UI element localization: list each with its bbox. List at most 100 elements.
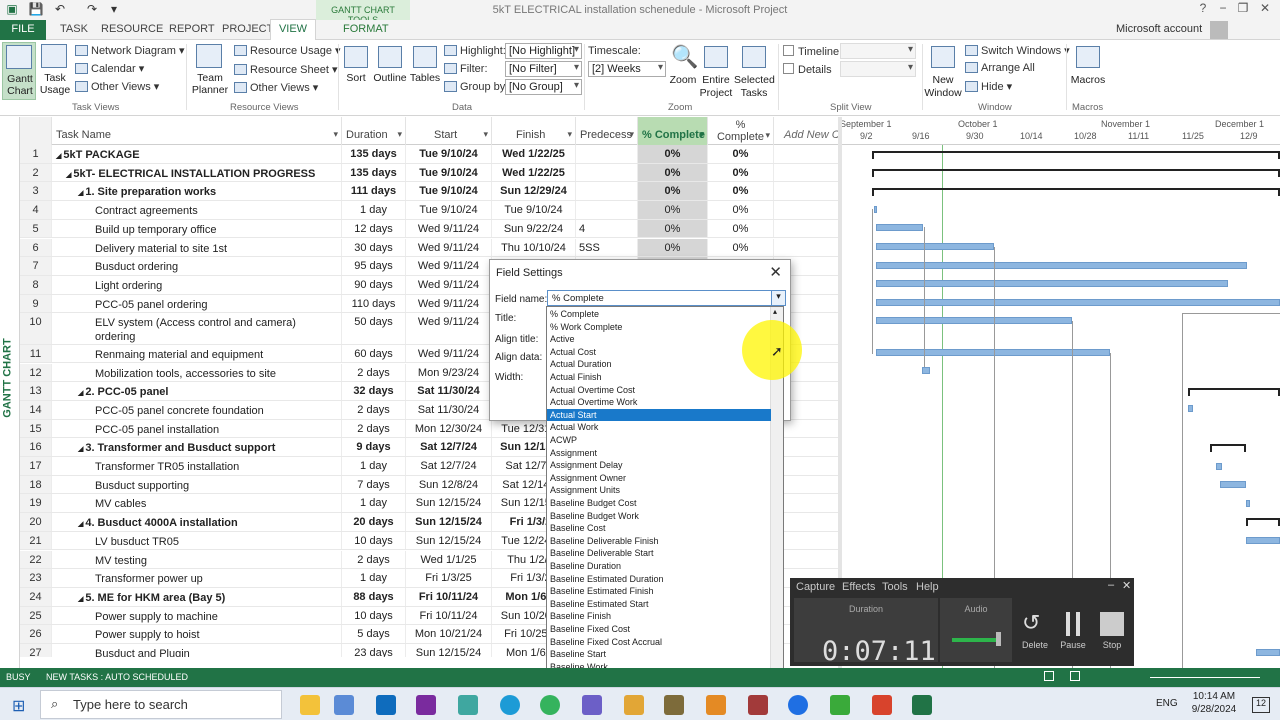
new-tasks-mode[interactable]: NEW TASKS : AUTO SCHEDULED — [46, 672, 188, 682]
task-name-cell[interactable]: ◢ 2. PCC-05 panel — [52, 382, 342, 400]
finish-cell[interactable]: Sun 12/29/24 — [492, 182, 576, 201]
duration-cell[interactable]: 1 day — [342, 457, 406, 475]
percent-complete-cell[interactable]: 0% — [638, 145, 708, 163]
dropdown-arrow-icon[interactable]: ▾ — [629, 129, 634, 140]
dropdown-option[interactable]: ACWP — [547, 434, 771, 447]
avatar[interactable] — [1210, 21, 1228, 39]
notification-icon[interactable]: 12 — [1252, 697, 1270, 713]
gantt-task-bar[interactable] — [876, 317, 1072, 324]
start-cell[interactable]: Tue 9/10/24 — [406, 182, 492, 201]
field-name-select[interactable]: % Complete ▾ — [547, 290, 786, 306]
dropdown-arrow-icon[interactable]: ▾ — [397, 129, 402, 140]
dropdown-option[interactable]: Baseline Start — [547, 648, 771, 661]
table-row[interactable]: 2 ◢ 5kT- ELECTRICAL INSTALLATION PROGRESS… — [20, 163, 838, 183]
row-id[interactable]: 9 — [20, 294, 52, 313]
task-name-cell[interactable]: Delivery material to site 1st — [52, 238, 342, 257]
gantt-task-bar[interactable] — [876, 280, 1228, 287]
start-cell[interactable]: Tue 9/10/24 — [406, 201, 492, 219]
network-diagram-button[interactable]: Network Diagram ▾ — [75, 44, 185, 57]
dialog-close-icon[interactable]: ✕ — [769, 263, 782, 281]
percent-complete-2-cell[interactable]: 0% — [708, 163, 774, 182]
recorder-menu-tools[interactable]: Tools — [882, 581, 908, 593]
start-cell[interactable]: Tue 9/10/24 — [406, 163, 492, 182]
start-cell[interactable]: Wed 9/11/24 — [406, 344, 492, 363]
gantt-summary-bar[interactable] — [1210, 444, 1246, 452]
row-id[interactable]: 23 — [20, 569, 52, 587]
delete-button[interactable]: Delete — [1015, 640, 1055, 650]
switch-windows-button[interactable]: Switch Windows ▾ — [965, 44, 1070, 57]
row-id[interactable]: 1 — [20, 145, 52, 163]
task-usage-button[interactable]: Task Usage — [38, 42, 72, 100]
column-header-start[interactable]: Start ▾ — [406, 117, 492, 145]
add-new-column-cell[interactable] — [774, 182, 838, 200]
start-cell[interactable]: Tue 9/10/24 — [406, 145, 492, 163]
row-id[interactable]: 13 — [20, 382, 52, 400]
team-planner-button[interactable]: Team Planner — [190, 42, 230, 100]
gantt-task-bar[interactable] — [1246, 537, 1280, 544]
duration-cell[interactable]: 50 days — [342, 313, 406, 344]
timeline-checkbox[interactable]: Timeline — [783, 45, 839, 58]
filter-select[interactable]: [No Filter] — [505, 61, 582, 77]
gantt-task-bar[interactable] — [922, 367, 930, 374]
project-taskbar-icon[interactable] — [912, 695, 932, 715]
calendar-button[interactable]: Calendar ▾ — [75, 62, 144, 75]
row-id[interactable]: 19 — [20, 494, 52, 513]
row-id[interactable]: 16 — [20, 438, 52, 456]
zalo-icon[interactable] — [788, 695, 808, 715]
table-row[interactable]: 4 Contract agreements 1 day Tue 9/10/24 Tue … — [20, 201, 838, 220]
gantt-task-bar[interactable] — [876, 349, 1110, 356]
duration-cell[interactable]: 135 days — [342, 145, 406, 163]
task-name-cell[interactable]: Mobilization tools, accessories to site — [52, 363, 342, 382]
gantt-task-bar[interactable] — [1220, 481, 1246, 488]
table-row[interactable]: 3 ◢ 1. Site preparation works 111 days Tue … — [20, 182, 838, 202]
task-name-cell[interactable]: Power supply to hoist — [52, 625, 342, 643]
task-name-cell[interactable]: Transformer TR05 installation — [52, 457, 342, 475]
start-cell[interactable]: Mon 9/23/24 — [406, 363, 492, 382]
row-id[interactable]: 8 — [20, 275, 52, 294]
duration-cell[interactable]: 9 days — [342, 438, 406, 456]
row-id[interactable]: 12 — [20, 363, 52, 382]
taskbar-search-box[interactable]: ⌕ Type here to search — [40, 690, 282, 719]
percent-complete-cell[interactable]: 0% — [638, 163, 708, 182]
dropdown-option[interactable]: Actual Start — [547, 408, 771, 422]
row-id[interactable]: 11 — [20, 344, 52, 363]
dropdown-option[interactable]: Assignment Owner — [547, 472, 771, 485]
dropdown-option[interactable]: Baseline Fixed Cost — [547, 623, 771, 636]
task-name-cell[interactable]: ◢ 5kT- ELECTRICAL INSTALLATION PROGRESS — [52, 163, 342, 182]
selected-tasks-button[interactable]: Selected Tasks — [734, 42, 775, 100]
timeline-select[interactable] — [840, 43, 916, 59]
duration-cell[interactable]: 135 days — [342, 163, 406, 182]
column-header-predecessors[interactable]: Predecess ▾ — [576, 117, 638, 145]
view-shortcut-icon[interactable] — [1044, 671, 1054, 681]
table-row[interactable]: 6 Delivery material to site 1st 30 days Wed… — [20, 238, 838, 258]
app-icon[interactable] — [706, 695, 726, 715]
start-cell[interactable]: Sat 11/30/24 — [406, 382, 492, 400]
start-cell[interactable]: Wed 9/11/24 — [406, 294, 492, 313]
tab-view[interactable]: VIEW — [270, 19, 316, 41]
store-icon[interactable] — [334, 695, 354, 715]
stop-icon[interactable] — [1100, 612, 1124, 636]
recorder-menu-capture[interactable]: Capture — [796, 581, 835, 593]
entire-project-button[interactable]: Entire Project — [698, 42, 734, 100]
outline-button[interactable]: Outline — [372, 42, 408, 100]
tab-format[interactable]: FORMAT — [343, 23, 389, 35]
duration-cell[interactable]: 10 days — [342, 531, 406, 550]
add-new-column-cell[interactable] — [774, 220, 838, 238]
predecessors-cell[interactable] — [576, 201, 638, 219]
finish-cell[interactable]: Wed 1/22/25 — [492, 163, 576, 182]
duration-cell[interactable]: 32 days — [342, 382, 406, 400]
tab-report[interactable]: REPORT — [169, 23, 215, 35]
recorder-menu-effects[interactable]: Effects — [842, 581, 875, 593]
duration-cell[interactable]: 2 days — [342, 363, 406, 382]
row-id[interactable]: 3 — [20, 182, 52, 201]
gantt-summary-bar[interactable] — [872, 188, 1280, 196]
row-id[interactable]: 17 — [20, 457, 52, 475]
hide-button[interactable]: Hide ▾ — [965, 80, 1012, 93]
duration-cell[interactable]: 7 days — [342, 475, 406, 494]
start-cell[interactable]: Sun 12/15/24 — [406, 494, 492, 513]
table-row[interactable]: 5 Build up temporary office 12 days Wed 9/1… — [20, 219, 838, 239]
percent-complete-2-cell[interactable]: 0% — [708, 201, 774, 219]
gantt-task-bar[interactable] — [876, 224, 923, 231]
maps-icon[interactable] — [458, 695, 478, 715]
duration-cell[interactable]: 95 days — [342, 257, 406, 275]
